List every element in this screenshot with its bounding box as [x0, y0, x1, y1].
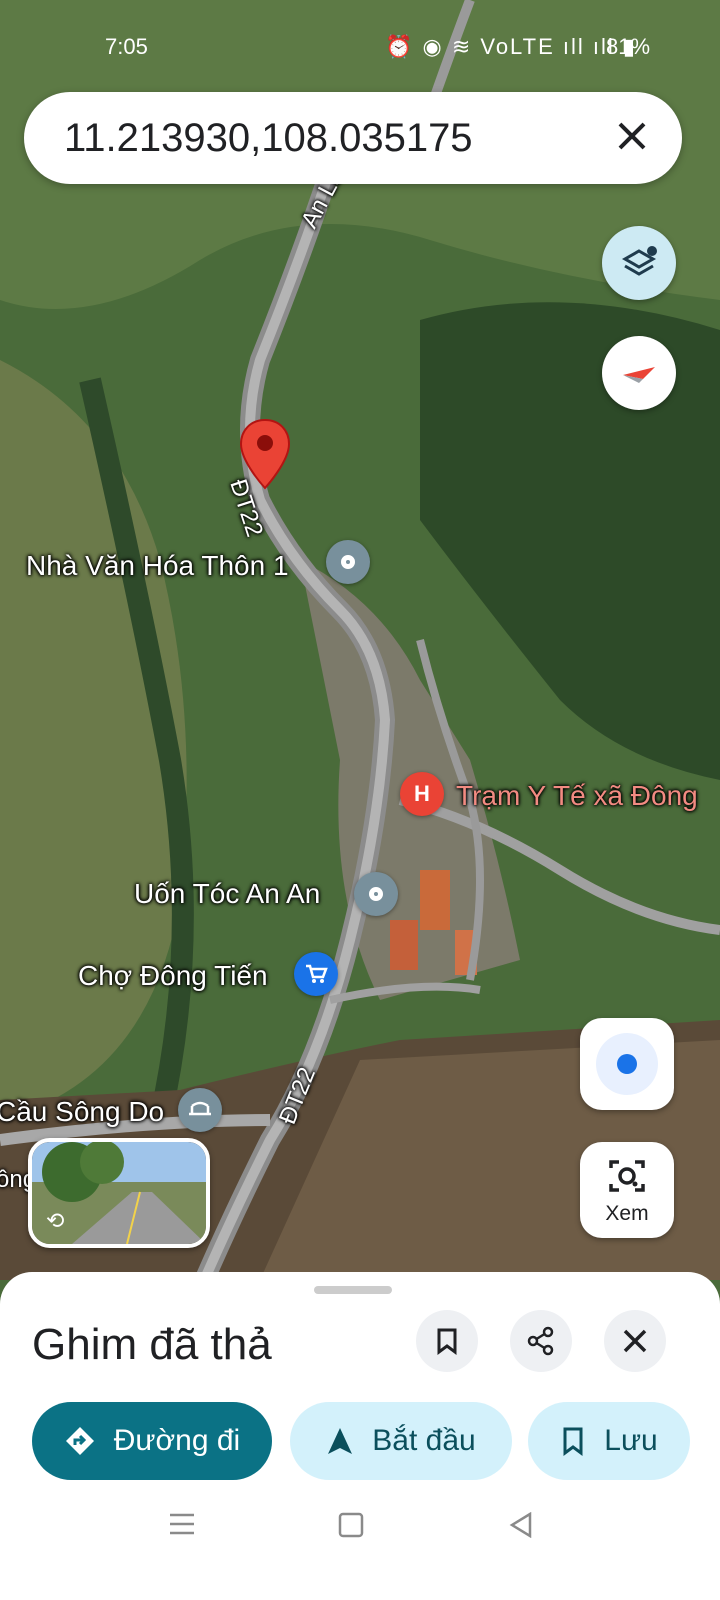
- street-view-thumbnail[interactable]: ⟲: [28, 1138, 210, 1248]
- save-bookmark-icon: [563, 1427, 583, 1456]
- bookmark-icon: [437, 1328, 457, 1355]
- explore-button[interactable]: Xem: [580, 1142, 674, 1238]
- landmark-marker-icon[interactable]: [326, 540, 370, 584]
- drag-handle[interactable]: [314, 1286, 392, 1294]
- search-bar[interactable]: 11.213930,108.035175: [24, 92, 682, 184]
- recent-apps-icon[interactable]: [168, 1512, 196, 1536]
- compass-button[interactable]: [602, 336, 676, 410]
- explore-label: Xem: [605, 1202, 649, 1225]
- home-icon[interactable]: [338, 1512, 364, 1538]
- navigation-arrow-icon: [328, 1428, 353, 1454]
- status-bar: 7:05 ⏰ ◉ ≋ VoLTE ıll ıll ▮ 81%: [0, 0, 720, 90]
- close-button[interactable]: [604, 1310, 666, 1372]
- shopping-cart-marker-icon[interactable]: [294, 952, 338, 996]
- layers-icon: [621, 246, 657, 276]
- lens-icon: [609, 1160, 645, 1192]
- directions-icon: [65, 1427, 94, 1455]
- system-navigation-bar: [0, 1490, 720, 1600]
- poi-label-cau-song-do[interactable]: Cầu Sông Do: [0, 1096, 164, 1128]
- share-icon: [527, 1326, 554, 1356]
- share-button[interactable]: [510, 1310, 572, 1372]
- dropped-pin-icon[interactable]: [238, 418, 292, 490]
- directions-button[interactable]: Đường đi: [32, 1402, 272, 1480]
- save-button[interactable]: Lưu: [528, 1402, 690, 1480]
- bookmark-button[interactable]: [416, 1310, 478, 1372]
- save-label: Lưu: [604, 1424, 658, 1457]
- hospital-marker-icon[interactable]: H: [400, 772, 444, 816]
- my-location-button[interactable]: [580, 1018, 674, 1110]
- directions-label: Đường đi: [113, 1424, 241, 1457]
- rotate-360-icon: ⟲: [46, 1208, 65, 1233]
- layers-button[interactable]: [602, 226, 676, 300]
- salon-marker-icon[interactable]: [354, 872, 398, 916]
- bridge-marker-icon[interactable]: [178, 1088, 222, 1132]
- start-label: Bắt đầu: [372, 1424, 476, 1457]
- poi-label-uon-toc[interactable]: Uốn Tóc An An: [134, 878, 320, 910]
- clear-search-icon[interactable]: [612, 116, 652, 156]
- poi-label-tram-y-te[interactable]: Trạm Y Tế xã Đông: [456, 780, 698, 812]
- compass-icon: [623, 367, 655, 383]
- status-time: 7:05: [105, 34, 148, 59]
- place-title: Ghim đã thả: [32, 1320, 272, 1369]
- poi-label-cho[interactable]: Chợ Đông Tiến: [78, 960, 268, 992]
- search-query[interactable]: 11.213930,108.035175: [64, 116, 473, 161]
- battery-level: 81%: [606, 34, 651, 59]
- back-icon[interactable]: [508, 1512, 534, 1538]
- close-icon: [623, 1329, 647, 1353]
- my-location-icon: [596, 1033, 658, 1095]
- start-button[interactable]: Bắt đầu: [290, 1402, 512, 1480]
- poi-label-nha-van-hoa[interactable]: Nhà Văn Hóa Thôn 1: [26, 550, 289, 582]
- status-icons: ⏰ ◉ ≋ VoLTE ıll ıll ▮: [385, 34, 637, 59]
